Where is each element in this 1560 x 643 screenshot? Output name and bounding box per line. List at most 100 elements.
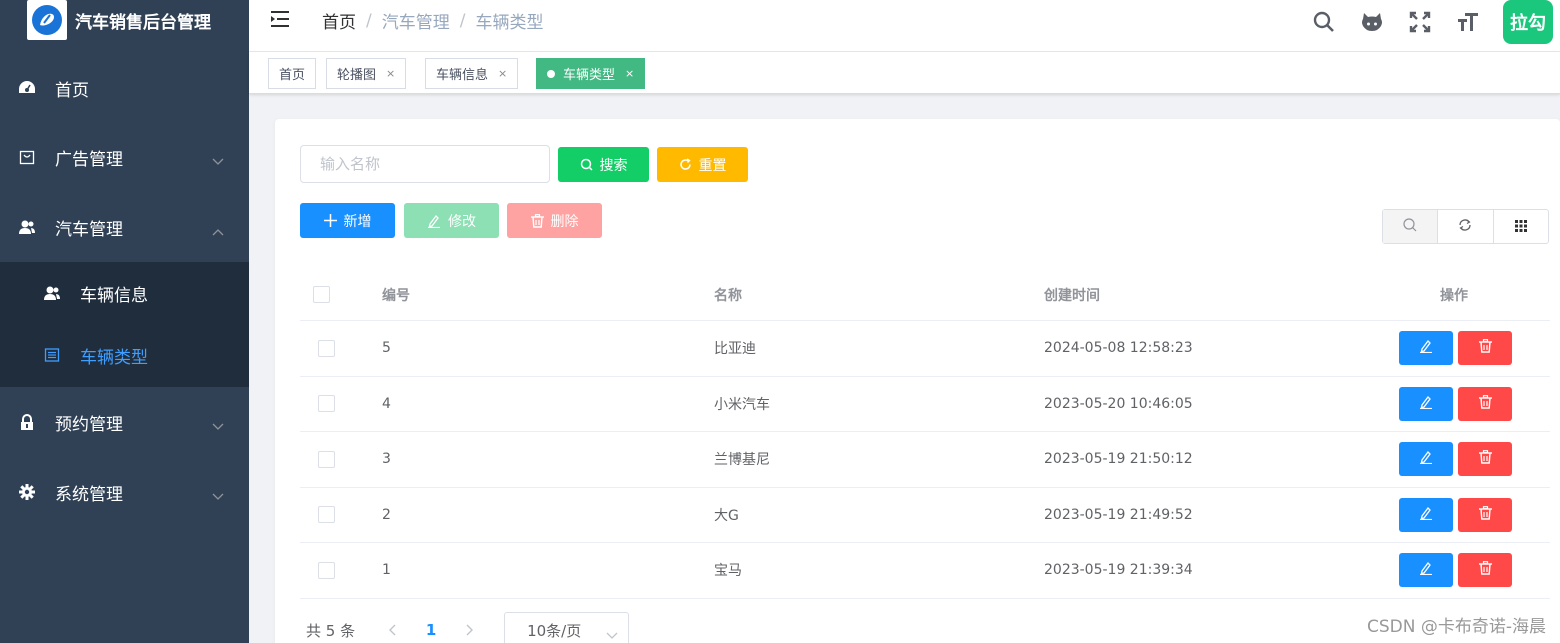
delete-label: 删除 bbox=[550, 213, 579, 230]
add-button[interactable]: 新增 bbox=[300, 203, 395, 238]
name-search-input[interactable] bbox=[300, 145, 550, 183]
chevron-left-icon[interactable] bbox=[382, 624, 402, 636]
pagination: 共 5 条 1 10条/页 bbox=[306, 610, 630, 643]
close-icon[interactable]: × bbox=[625, 67, 634, 80]
row-checkbox[interactable] bbox=[318, 395, 335, 413]
columns-button[interactable] bbox=[1494, 210, 1548, 243]
row-checkbox[interactable] bbox=[318, 339, 335, 357]
sidebar-item-vehicle-info[interactable]: 车辆信息 bbox=[0, 265, 249, 321]
breadcrumb: 首页 / 汽车管理 / 车辆类型 bbox=[322, 8, 543, 34]
page-size-select[interactable]: 10条/页 bbox=[504, 612, 630, 643]
row-delete-button[interactable] bbox=[1458, 386, 1512, 421]
cell-created: 2023-05-19 21:49:52 bbox=[1044, 506, 1193, 523]
tag-label: 轮播图 bbox=[337, 68, 377, 83]
row-checkbox[interactable] bbox=[318, 450, 335, 468]
tag-home[interactable]: 首页 bbox=[268, 58, 317, 89]
trash-icon bbox=[1478, 450, 1492, 468]
search-icon[interactable] bbox=[1311, 9, 1337, 35]
add-label: 新增 bbox=[343, 213, 372, 230]
cell-id: 4 bbox=[382, 395, 391, 412]
trash-icon bbox=[1478, 394, 1492, 413]
app-title: 汽车销售后台管理 bbox=[75, 12, 211, 33]
cell-created: 2023-05-19 21:39:34 bbox=[1044, 562, 1193, 579]
row-edit-button[interactable] bbox=[1399, 386, 1453, 421]
select-all-checkbox[interactable] bbox=[313, 286, 330, 303]
navbar: 首页 / 汽车管理 / 车辆类型 拉勾 bbox=[249, 0, 1560, 52]
font-size-icon[interactable] bbox=[1455, 9, 1481, 35]
refresh-icon bbox=[1458, 217, 1472, 236]
refresh-button[interactable] bbox=[1438, 210, 1494, 243]
main-card: 搜索 重置 新增 修改 删除 编号 名称 创建时间 操作 bbox=[275, 119, 1560, 643]
column-header: 操作 bbox=[1440, 287, 1468, 304]
close-icon[interactable]: × bbox=[498, 67, 507, 80]
sidebar-item-reservation[interactable]: 预约管理 bbox=[0, 394, 249, 450]
row-checkbox[interactable] bbox=[318, 506, 335, 524]
toggle-search-button[interactable] bbox=[1383, 210, 1439, 243]
cell-id: 2 bbox=[382, 506, 391, 523]
row-delete-button[interactable] bbox=[1458, 553, 1512, 588]
refresh-icon bbox=[679, 158, 692, 171]
logo: 汽车销售后台管理 bbox=[0, 0, 249, 40]
breadcrumb-item[interactable]: 汽车管理 bbox=[382, 8, 450, 33]
right-menu: 拉勾 bbox=[1311, 0, 1560, 44]
github-icon[interactable] bbox=[1359, 9, 1385, 35]
column-header: 创建时间 bbox=[1044, 287, 1100, 304]
chevron-down-icon bbox=[212, 486, 224, 506]
row-delete-button[interactable] bbox=[1458, 497, 1512, 532]
edit-icon bbox=[1419, 395, 1433, 413]
active-dot bbox=[547, 69, 555, 78]
table-row: 4 小米汽车 2023-05-20 10:46:05 bbox=[300, 377, 1550, 432]
cell-name: 比亚迪 bbox=[714, 341, 756, 358]
page-number[interactable]: 1 bbox=[402, 621, 460, 639]
row-edit-button[interactable] bbox=[1399, 553, 1453, 588]
edit-button[interactable]: 修改 bbox=[404, 203, 499, 238]
trash-icon bbox=[1478, 339, 1492, 357]
chevron-right-icon[interactable] bbox=[460, 624, 480, 636]
tag-vehicle-info[interactable]: 车辆信息 × bbox=[425, 58, 519, 89]
table-row: 1 宝马 2023-05-19 21:39:34 bbox=[300, 543, 1550, 599]
row-delete-button[interactable] bbox=[1458, 331, 1512, 366]
logo-icon bbox=[27, 0, 67, 40]
pagination-total: 共 5 条 bbox=[306, 621, 356, 640]
sidebar-item-system[interactable]: 系统管理 bbox=[0, 464, 249, 520]
breadcrumb-item[interactable]: 首页 bbox=[322, 8, 356, 33]
sidebar-item-home[interactable]: 首页 bbox=[0, 60, 249, 116]
row-edit-button[interactable] bbox=[1399, 442, 1453, 477]
row-edit-button[interactable] bbox=[1399, 497, 1453, 532]
row-edit-button[interactable] bbox=[1399, 331, 1453, 366]
sidebar-item-label: 广告管理 bbox=[55, 149, 123, 170]
search-icon bbox=[580, 158, 593, 171]
tags-view: 首页 轮播图 × 车辆信息 × 车辆类型 × bbox=[249, 52, 1560, 94]
hamburger-icon[interactable] bbox=[269, 8, 293, 32]
column-header: 编号 bbox=[382, 287, 410, 304]
trash-icon bbox=[530, 213, 544, 228]
search-button[interactable]: 搜索 bbox=[558, 147, 649, 182]
close-icon[interactable]: × bbox=[386, 67, 395, 80]
edit-label: 修改 bbox=[448, 213, 476, 230]
sidebar-item-cars[interactable]: 汽车管理 bbox=[0, 199, 249, 255]
table-row: 5 比亚迪 2024-05-08 12:58:23 bbox=[300, 321, 1550, 377]
row-checkbox[interactable] bbox=[318, 561, 335, 579]
chevron-down-icon bbox=[212, 416, 224, 436]
shopping-bag-icon bbox=[18, 148, 36, 166]
row-delete-button[interactable] bbox=[1458, 442, 1512, 477]
avatar[interactable]: 拉勾 bbox=[1503, 0, 1553, 44]
cell-name: 大G bbox=[714, 507, 739, 524]
cell-id: 1 bbox=[382, 562, 391, 579]
sidebar-item-vehicle-type[interactable]: 车辆类型 bbox=[0, 327, 249, 383]
tag-vehicle-type[interactable]: 车辆类型 × bbox=[536, 58, 646, 89]
trash-icon bbox=[1478, 561, 1492, 579]
fullscreen-icon[interactable] bbox=[1407, 9, 1433, 35]
tag-carousel[interactable]: 轮播图 × bbox=[326, 58, 407, 89]
cell-created: 2023-05-20 10:46:05 bbox=[1044, 395, 1193, 412]
reset-button[interactable]: 重置 bbox=[657, 147, 748, 182]
sidebar-item-label: 车辆信息 bbox=[80, 285, 148, 306]
plus-icon bbox=[323, 214, 337, 227]
sidebar-item-label: 首页 bbox=[55, 80, 89, 101]
sidebar-item-ads[interactable]: 广告管理 bbox=[0, 129, 249, 185]
search-icon bbox=[1403, 217, 1417, 236]
delete-button[interactable]: 删除 bbox=[507, 203, 602, 238]
list-icon bbox=[43, 346, 61, 364]
users-icon bbox=[43, 284, 61, 302]
watermark: CSDN @卡布奇诺-海晨 bbox=[1366, 617, 1546, 637]
